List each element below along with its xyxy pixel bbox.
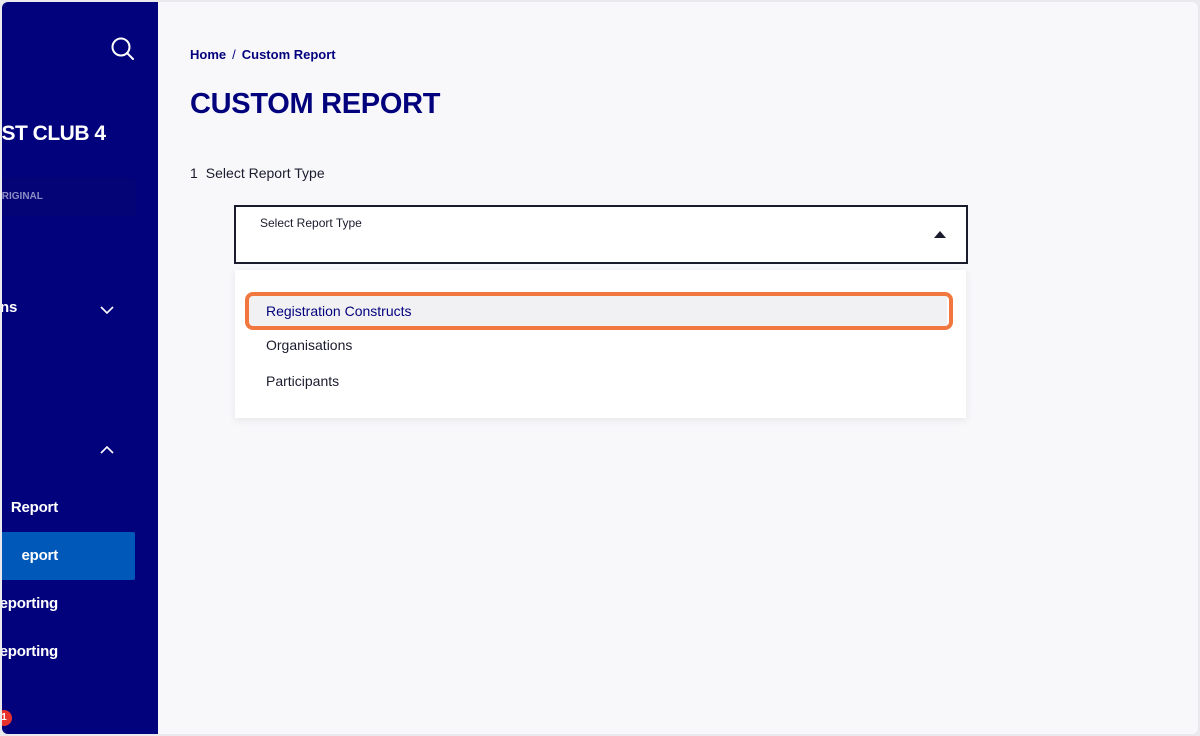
select-label: Select Report Type (260, 216, 362, 230)
option-label: Registration Constructs (266, 303, 412, 319)
sidebar-item-label: Reporting (2, 595, 58, 612)
app-frame: EST CLUB 4 ORIGINAL ns Report eport Repo… (2, 2, 1198, 734)
option-participants[interactable]: Participants (247, 364, 947, 398)
sidebar-item-label: Report (10, 499, 58, 516)
step-number: 1 (190, 165, 198, 181)
chevron-up-icon[interactable] (99, 442, 115, 454)
sidebar-item-label: eport (21, 547, 58, 564)
sidebar-item-label: Reporting (2, 643, 58, 660)
step-heading: 1 Select Report Type (190, 165, 325, 181)
caret-up-icon (934, 231, 946, 238)
search-icon[interactable] (110, 36, 136, 62)
notification-badge[interactable]: 1 (2, 710, 12, 726)
club-tag-label: ORIGINAL (2, 191, 43, 202)
breadcrumb-current: Custom Report (241, 47, 336, 62)
sidebar-item-reporting-1[interactable]: Reporting (2, 580, 135, 628)
breadcrumb-separator: / (232, 47, 236, 62)
report-type-select[interactable]: Select Report Type (234, 205, 968, 264)
breadcrumb-home[interactable]: Home (190, 47, 226, 62)
sidebar-item-reporting-2[interactable]: Reporting (2, 628, 135, 676)
step-label: Select Report Type (205, 165, 325, 181)
sidebar-item-report[interactable]: Report (2, 484, 135, 532)
option-label: Participants (266, 373, 340, 389)
sidebar: EST CLUB 4 ORIGINAL ns Report eport Repo… (2, 2, 158, 734)
breadcrumb: Home / Custom Report (190, 47, 336, 62)
chevron-down-icon[interactable] (99, 302, 115, 315)
club-name: EST CLUB 4 (2, 122, 106, 145)
club-tag[interactable]: ORIGINAL (2, 178, 136, 216)
page-title: CUSTOM REPORT (190, 88, 441, 120)
report-type-dropdown: Registration Constructs Organisations Pa… (235, 270, 966, 418)
option-registration-constructs[interactable]: Registration Constructs (247, 294, 947, 328)
option-organisations[interactable]: Organisations (247, 328, 947, 362)
nav-section-label[interactable]: ns (2, 299, 17, 316)
sidebar-item-custom-report[interactable]: eport (2, 532, 135, 580)
option-label: Organisations (266, 337, 353, 353)
